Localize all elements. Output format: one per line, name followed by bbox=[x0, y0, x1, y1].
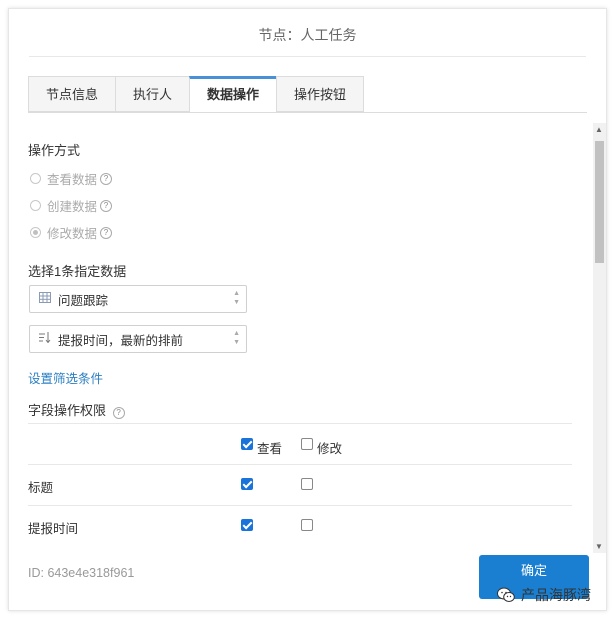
radio-label: 创建数据 bbox=[47, 200, 98, 214]
view-all-checkbox[interactable] bbox=[241, 438, 253, 450]
tab-node-info[interactable]: 节点信息 bbox=[28, 76, 116, 112]
divider bbox=[28, 505, 572, 506]
table-select-value: 问题跟踪 bbox=[58, 293, 109, 308]
tab-executor[interactable]: 执行人 bbox=[115, 76, 190, 112]
set-filter-link[interactable]: 设置筛选条件 bbox=[28, 368, 103, 387]
tab-content: 操作方式 查看数据 ? 创建数据 ? 修改数据 ? 选择1条指定数据 问题跟踪 … bbox=[28, 113, 593, 543]
help-icon[interactable]: ? bbox=[100, 172, 113, 185]
radio-view-data[interactable]: 查看数据 ? bbox=[30, 169, 113, 188]
tab-bar: 节点信息 执行人 数据操作 操作按钮 bbox=[28, 76, 365, 113]
scroll-down-arrow-icon[interactable]: ▼ bbox=[595, 542, 603, 551]
wechat-icon bbox=[497, 587, 515, 602]
select-arrows-icon: ▲ ▼ bbox=[233, 290, 240, 306]
field-name-report-time: 提报时间 bbox=[28, 522, 79, 536]
vertical-scrollbar[interactable]: ▲ ▼ bbox=[593, 123, 606, 553]
divider bbox=[28, 423, 572, 424]
edit-header-label: 修改 bbox=[317, 442, 343, 456]
field-name-title: 标题 bbox=[28, 481, 54, 495]
radio-modify-data[interactable]: 修改数据 ? bbox=[30, 223, 113, 242]
radio-circle[interactable] bbox=[30, 173, 41, 184]
field-permissions-text: 字段操作权限 bbox=[28, 403, 107, 418]
report-time-view-checkbox[interactable] bbox=[241, 519, 253, 531]
help-icon[interactable]: ? bbox=[112, 407, 125, 419]
watermark-text: 产品海豚湾 bbox=[521, 587, 591, 603]
field-permissions-label: 字段操作权限 ? bbox=[28, 400, 125, 419]
select-data-label: 选择1条指定数据 bbox=[28, 264, 127, 279]
sort-icon bbox=[38, 332, 52, 346]
help-icon[interactable]: ? bbox=[100, 199, 113, 212]
table-select[interactable]: 问题跟踪 ▲ ▼ bbox=[29, 285, 247, 313]
divider bbox=[28, 464, 572, 465]
select-arrows-icon: ▲ ▼ bbox=[233, 330, 240, 346]
radio-circle[interactable] bbox=[30, 200, 41, 211]
table-grid-icon bbox=[38, 292, 52, 306]
scrollbar-thumb[interactable] bbox=[595, 141, 604, 263]
dialog: 节点：人工任务 节点信息 执行人 数据操作 操作按钮 操作方式 查看数据 ? 创… bbox=[8, 8, 607, 611]
radio-label: 修改数据 bbox=[47, 227, 98, 241]
tab-data-operation[interactable]: 数据操作 bbox=[189, 76, 277, 113]
radio-create-data[interactable]: 创建数据 ? bbox=[30, 196, 113, 215]
node-id-text: ID: 643e4e318f961 bbox=[28, 566, 135, 580]
tab-operation-buttons[interactable]: 操作按钮 bbox=[276, 76, 365, 112]
report-time-edit-checkbox[interactable] bbox=[301, 519, 313, 531]
view-header-label: 查看 bbox=[257, 442, 283, 456]
scroll-up-arrow-icon[interactable]: ▲ bbox=[595, 125, 603, 134]
radio-label: 查看数据 bbox=[47, 173, 98, 187]
title-edit-checkbox[interactable] bbox=[301, 478, 313, 490]
title-divider bbox=[29, 56, 586, 57]
edit-all-checkbox[interactable] bbox=[301, 438, 313, 450]
operation-label: 操作方式 bbox=[28, 143, 81, 158]
radio-circle-selected[interactable] bbox=[30, 227, 41, 238]
dialog-title: 节点：人工任务 bbox=[258, 27, 357, 43]
watermark: 产品海豚湾 bbox=[497, 585, 591, 605]
title-view-checkbox[interactable] bbox=[241, 478, 253, 490]
help-icon[interactable]: ? bbox=[100, 226, 113, 239]
sort-select-value: 提报时间，最新的排前 bbox=[58, 333, 184, 348]
sort-select[interactable]: 提报时间，最新的排前 ▲ ▼ bbox=[29, 325, 247, 353]
